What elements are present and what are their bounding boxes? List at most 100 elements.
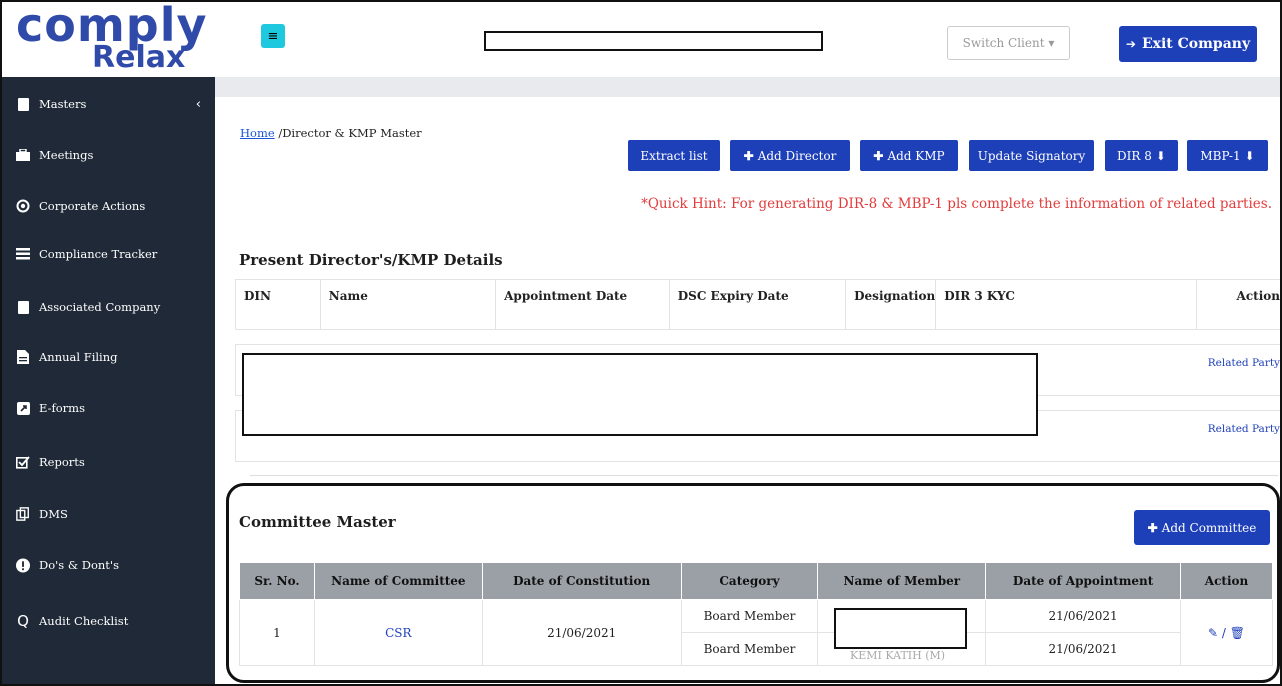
table-header-row: Sr. No. Name of Committee Date of Consti… xyxy=(239,562,1273,600)
file-icon xyxy=(16,350,30,364)
sr-no-cell: 1 xyxy=(239,599,315,666)
column-header: Action xyxy=(1180,562,1273,600)
sidebar-item-label: Audit Checklist xyxy=(39,614,129,628)
column-header: DIR 3 KYC xyxy=(935,279,1198,330)
list-icon xyxy=(16,247,30,261)
download-icon: ⬇ xyxy=(1155,148,1166,163)
appointment-date-cell: 21/06/2021 xyxy=(985,599,1182,633)
download-icon: ⬇ xyxy=(1244,148,1255,163)
edit-icon[interactable]: ✎ xyxy=(1208,626,1218,640)
sidebar-item-dms[interactable]: DMS xyxy=(16,501,68,527)
checkbox-icon xyxy=(16,455,30,469)
sidebar: Masters ‹ Meetings Corporate Actions Com… xyxy=(2,77,215,684)
sidebar-item-label: Reports xyxy=(39,455,85,469)
exclamation-icon xyxy=(16,558,30,572)
sidebar-item-label: Compliance Tracker xyxy=(39,247,158,261)
chevron-left-icon[interactable]: ‹ xyxy=(196,97,201,112)
sidebar-item-corporate-actions[interactable]: Corporate Actions xyxy=(16,193,145,219)
sidebar-item-label: Meetings xyxy=(39,148,94,162)
briefcase-icon xyxy=(16,148,30,162)
q-icon: Q xyxy=(17,612,29,630)
external-link-icon xyxy=(16,401,30,415)
column-header: DSC Expiry Date xyxy=(668,279,847,330)
update-signatory-label: Update Signatory xyxy=(977,148,1086,163)
add-committee-label: Add Committee xyxy=(1161,520,1257,535)
sidebar-item-e-forms[interactable]: E-forms xyxy=(16,395,85,421)
logo[interactable]: comply Relax xyxy=(2,2,215,77)
extract-list-button[interactable]: Extract list xyxy=(628,140,720,171)
column-header: Name xyxy=(319,279,497,330)
sidebar-item-meetings[interactable]: Meetings xyxy=(16,142,93,168)
column-header: Name of Committee xyxy=(313,562,483,600)
redacted-company-name xyxy=(484,31,823,51)
building-icon xyxy=(16,300,30,314)
breadcrumb-current: /Director & KMP Master xyxy=(274,126,422,140)
switch-client-dropdown[interactable]: Switch Client ▾ xyxy=(947,26,1070,60)
sidebar-item-annual-filing[interactable]: Annual Filing xyxy=(16,344,118,370)
column-header: DIN xyxy=(235,279,321,330)
sidebar-item-compliance-tracker[interactable]: Compliance Tracker xyxy=(16,241,157,267)
committee-name-link[interactable]: CSR xyxy=(313,599,483,666)
dir8-download-button[interactable]: DIR 8 ⬇ xyxy=(1105,140,1178,171)
column-header: Name of Member xyxy=(817,562,987,600)
directors-section-title: Present Director's/KMP Details xyxy=(239,251,503,269)
exit-company-label: Exit Company xyxy=(1141,36,1251,52)
related-party-link[interactable]: Related Party xyxy=(1208,423,1280,435)
sidebar-item-label: Corporate Actions xyxy=(39,199,146,213)
sidebar-item-masters[interactable]: Masters xyxy=(16,91,86,117)
copy-icon xyxy=(16,507,30,521)
sidebar-item-associated-company[interactable]: Associated Company xyxy=(16,294,160,320)
extract-list-label: Extract list xyxy=(640,148,708,163)
column-header: Appointment Date xyxy=(495,279,670,330)
column-header: Designation xyxy=(845,279,937,330)
section-divider xyxy=(250,475,1278,476)
appointment-date-cell: 21/06/2021 xyxy=(985,632,1182,666)
sign-out-icon: ➔ xyxy=(1125,37,1136,51)
menu-toggle-button[interactable]: ≡ xyxy=(261,24,285,48)
add-kmp-button[interactable]: ✚ Add KMP xyxy=(860,140,958,171)
exit-company-button[interactable]: ➔ Exit Company xyxy=(1119,26,1257,62)
mbp1-download-button[interactable]: MBP-1 ⬇ xyxy=(1187,140,1268,171)
add-kmp-label: Add KMP xyxy=(887,148,945,163)
committee-table: Sr. No. Name of Committee Date of Consti… xyxy=(239,562,1273,666)
member-name-partial: KEMI KATIH (M) xyxy=(850,649,946,662)
column-header: Date of Constitution xyxy=(481,562,682,600)
action-separator: / xyxy=(1221,625,1226,640)
table-row: 1 CSR 21/06/2021 Board Member 21/06/2021… xyxy=(239,599,1273,666)
table-header-row: DIN Name Appointment Date DSC Expiry Dat… xyxy=(235,279,1280,330)
dir8-label: DIR 8 xyxy=(1117,148,1152,163)
directors-table: DIN Name Appointment Date DSC Expiry Dat… xyxy=(235,279,1280,330)
committee-section-title: Committee Master xyxy=(239,513,396,531)
column-header: Date of Appointment xyxy=(985,562,1182,600)
add-director-button[interactable]: ✚ Add Director xyxy=(730,140,850,171)
redacted-director-details xyxy=(242,353,1038,436)
sidebar-item-reports[interactable]: Reports xyxy=(16,449,85,475)
constitution-date-cell: 21/06/2021 xyxy=(481,599,682,666)
topbar: ≡ Switch Client ▾ ➔ Exit Company xyxy=(215,2,1280,97)
plus-icon: ✚ xyxy=(1147,520,1158,535)
breadcrumb-home-link[interactable]: Home xyxy=(240,126,275,140)
column-header: Sr. No. xyxy=(239,562,315,600)
quick-hint: *Quick Hint: For generating DIR-8 & MBP-… xyxy=(641,196,1272,212)
plus-icon: ✚ xyxy=(743,148,754,163)
circle-dot-icon xyxy=(16,199,30,213)
plus-icon: ✚ xyxy=(873,148,884,163)
related-party-link[interactable]: Related Party xyxy=(1208,357,1280,369)
column-header: Action xyxy=(1196,279,1280,330)
sidebar-item-label: DMS xyxy=(39,507,68,521)
topbar-divider xyxy=(215,77,1280,97)
sidebar-item-audit-checklist[interactable]: Q Audit Checklist xyxy=(16,608,128,634)
logo-text-bottom: Relax xyxy=(92,40,186,75)
sidebar-item-label: Masters xyxy=(39,97,87,111)
breadcrumb: Home /Director & KMP Master xyxy=(240,126,422,140)
sidebar-item-dos-donts[interactable]: Do's & Dont's xyxy=(16,552,119,578)
add-committee-button[interactable]: ✚ Add Committee xyxy=(1134,510,1270,545)
add-director-label: Add Director xyxy=(757,148,837,163)
action-cell: ✎ / 🗑 xyxy=(1180,599,1273,666)
delete-icon[interactable]: 🗑 xyxy=(1230,626,1245,640)
sidebar-item-label: E-forms xyxy=(39,401,85,415)
update-signatory-button[interactable]: Update Signatory xyxy=(969,140,1094,171)
building-icon xyxy=(16,97,30,111)
category-cell: Board Member xyxy=(680,632,819,666)
sidebar-item-label: Associated Company xyxy=(39,300,161,314)
